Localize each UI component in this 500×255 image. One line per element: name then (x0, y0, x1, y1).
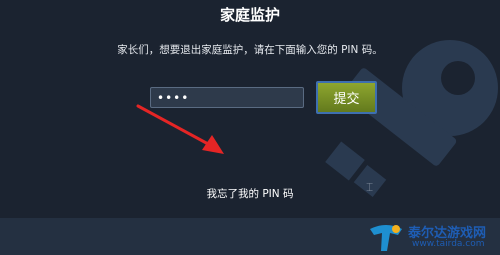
watermark-url: www.tairda.com (412, 239, 485, 249)
family-view-dialog: 家庭监护 家长们，想要退出家庭监护，请在下面输入您的 PIN 码。 提交 我忘了… (0, 0, 500, 218)
tairda-logo-icon (370, 225, 402, 251)
submit-button[interactable]: 提交 (316, 81, 377, 114)
site-watermark: 泰尔达游戏网 www.tairda.com (368, 222, 498, 254)
pin-prompt-text: 家长们，想要退出家庭监护，请在下面输入您的 PIN 码。 (117, 44, 383, 56)
dialog-title: 家庭监护 (219, 6, 280, 24)
red-arrow-annotation (136, 104, 224, 154)
mouse-cursor-icon: ⌶ (366, 180, 374, 194)
forgot-pin-link[interactable]: 我忘了我的 PIN 码 (0, 186, 500, 201)
